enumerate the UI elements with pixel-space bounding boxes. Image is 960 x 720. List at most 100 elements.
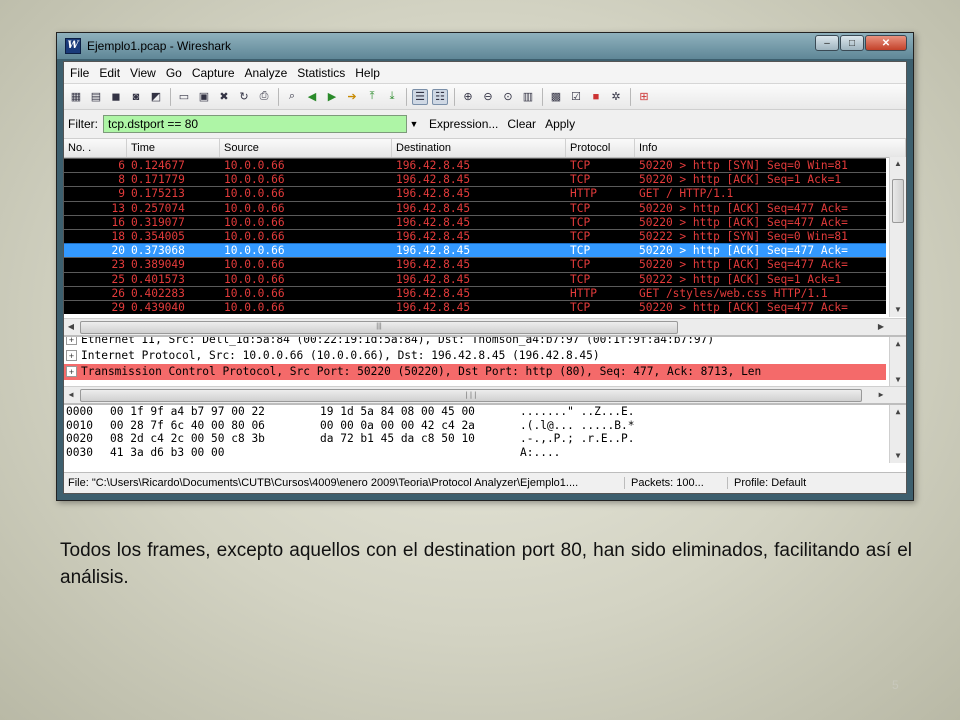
find-packet-icon[interactable]: ⌕: [284, 89, 300, 105]
column-header-destination[interactable]: Destination: [392, 139, 566, 157]
menu-file[interactable]: File: [70, 66, 89, 80]
bytes-vscroll[interactable]: ▲ ▼: [889, 405, 906, 463]
coloring-rules-icon[interactable]: ■: [588, 89, 604, 105]
reload-icon[interactable]: ↻: [236, 89, 252, 105]
packet-list-hscroll[interactable]: ◀ ||| ▶: [64, 318, 906, 335]
print-icon[interactable]: ⎙: [256, 89, 272, 105]
packet-cell-no: 25: [111, 272, 125, 286]
close-button[interactable]: ✕: [865, 35, 907, 51]
display-filters-icon[interactable]: ☑: [568, 89, 584, 105]
column-header-no[interactable]: No. .: [64, 139, 127, 157]
scroll-right-icon[interactable]: ▶: [874, 319, 888, 335]
go-back-icon[interactable]: ◀: [304, 89, 320, 105]
go-forward-icon[interactable]: ▶: [324, 89, 340, 105]
menu-go[interactable]: Go: [166, 66, 182, 80]
packet-cell-info: 50220 > http [ACK] Seq=477 Ack=: [639, 300, 848, 314]
toolbar-separator: [542, 87, 543, 106]
restart-capture-icon[interactable]: ◩: [148, 89, 164, 105]
capture-filters-icon[interactable]: ▩: [548, 89, 564, 105]
status-profile[interactable]: Profile: Default: [728, 477, 806, 489]
maximize-button[interactable]: □: [840, 35, 864, 51]
go-first-icon[interactable]: ⤒: [364, 89, 380, 105]
normal-size-icon[interactable]: ⊙: [500, 89, 516, 105]
minimize-button[interactable]: –: [815, 35, 839, 51]
menu-view[interactable]: View: [130, 66, 156, 80]
detail-row-tcp[interactable]: + Transmission Control Protocol, Src Por…: [64, 364, 886, 380]
chevron-down-icon[interactable]: ▼: [407, 115, 421, 133]
packet-cell-info: 50222 > http [ACK] Seq=1 Ack=1: [639, 272, 842, 286]
packet-row[interactable]: 6 0.124677 10.0.0.66 196.42.8.45 TCP 50220 > …: [64, 158, 886, 173]
interface-list-icon[interactable]: ▦: [68, 89, 84, 105]
column-header-source[interactable]: Source: [220, 139, 392, 157]
stop-capture-icon[interactable]: ◙: [128, 89, 144, 105]
scroll-down-icon[interactable]: ▼: [890, 449, 906, 463]
scroll-up-icon[interactable]: ▲: [890, 405, 906, 419]
expand-icon[interactable]: +: [66, 337, 77, 345]
packet-row[interactable]: 13 0.257074 10.0.0.66 196.42.8.45 TCP 50220 >…: [64, 200, 886, 215]
packet-cell-proto: TCP: [570, 300, 591, 314]
packet-list-vscroll[interactable]: ▲ ▼: [889, 157, 906, 317]
detail-row-ip[interactable]: + Internet Protocol, Src: 10.0.0.66 (10.…: [64, 348, 886, 364]
scroll-up-icon[interactable]: ▲: [890, 157, 906, 171]
toolbar-separator: [278, 87, 279, 106]
column-header-protocol[interactable]: Protocol: [566, 139, 635, 157]
open-file-icon[interactable]: ▭: [176, 89, 192, 105]
expand-icon[interactable]: +: [66, 350, 77, 361]
packet-cell-no: 13: [111, 201, 125, 215]
scroll-down-icon[interactable]: ▼: [890, 303, 906, 317]
main-client-area: File Edit View Go Capture Analyze Statis…: [63, 61, 907, 494]
close-file-icon[interactable]: ✖: [216, 89, 232, 105]
packet-row[interactable]: 18 0.354005 10.0.0.66 196.42.8.45 TCP 50222 >…: [64, 228, 886, 244]
window-title: Ejemplo1.pcap - Wireshark: [87, 39, 232, 53]
scroll-thumb[interactable]: [892, 179, 904, 223]
details-hscroll[interactable]: ◀ ||| ▶: [64, 386, 906, 403]
packet-cell-dst: 196.42.8.45: [396, 286, 471, 300]
hscroll-thumb[interactable]: |||: [80, 321, 678, 334]
packet-row[interactable]: 9 0.175213 10.0.0.66 196.42.8.45 HTTP GET / H…: [64, 186, 886, 201]
save-file-icon[interactable]: ▣: [196, 89, 212, 105]
menu-help[interactable]: Help: [355, 66, 380, 80]
packet-row[interactable]: 16 0.319077 10.0.0.66 196.42.8.45 TCP 50220 >…: [64, 214, 886, 229]
colorize-icon[interactable]: ☰: [412, 88, 428, 105]
filter-input[interactable]: tcp.dstport == 80: [103, 115, 407, 133]
packet-row[interactable]: 29 0.439040 10.0.0.66 196.42.8.45 TCP 50220 >…: [64, 299, 886, 314]
column-header-info[interactable]: Info: [635, 139, 906, 157]
detail-row-ethernet[interactable]: + Ethernet II, Src: Dell_1d:5a:84 (00:22…: [64, 337, 886, 348]
scroll-left-icon[interactable]: ◀: [64, 319, 78, 335]
expression-button[interactable]: Expression...: [429, 117, 498, 131]
apply-button[interactable]: Apply: [545, 117, 575, 131]
packet-row[interactable]: 8 0.171779 10.0.0.66 196.42.8.45 TCP 50220 > …: [64, 172, 886, 187]
menu-bar: File Edit View Go Capture Analyze Statis…: [64, 62, 906, 83]
filter-bar: Filter: tcp.dstport == 80 ▼ Expression..…: [64, 110, 906, 139]
menu-capture[interactable]: Capture: [192, 66, 235, 80]
go-last-icon[interactable]: ⤓: [384, 89, 400, 105]
menu-analyze[interactable]: Analyze: [245, 66, 288, 80]
scroll-up-icon[interactable]: ▲: [890, 337, 906, 351]
hscroll-thumb[interactable]: |||: [80, 389, 862, 402]
wireshark-logo-icon: W: [65, 38, 81, 54]
zoom-in-icon[interactable]: ⊕: [460, 89, 476, 105]
start-capture-icon[interactable]: ◼: [108, 89, 124, 105]
title-bar[interactable]: W Ejemplo1.pcap - Wireshark – □ ✕: [57, 33, 913, 59]
zoom-out-icon[interactable]: ⊖: [480, 89, 496, 105]
resize-columns-icon[interactable]: ▥: [520, 89, 536, 105]
scroll-right-icon[interactable]: ▶: [874, 387, 888, 403]
packet-row[interactable]: 26 0.402283 10.0.0.66 196.42.8.45 HTTP GET /s…: [64, 285, 886, 300]
menu-statistics[interactable]: Statistics: [297, 66, 345, 80]
packet-row[interactable]: 23 0.389049 10.0.0.66 196.42.8.45 TCP 50220 >…: [64, 257, 886, 272]
menu-edit[interactable]: Edit: [99, 66, 120, 80]
go-to-packet-icon[interactable]: ➔: [344, 89, 360, 105]
packet-cell-src: 10.0.0.66: [224, 159, 285, 172]
preferences-icon[interactable]: ✲: [608, 89, 624, 105]
clear-button[interactable]: Clear: [507, 117, 536, 131]
packet-row[interactable]: 25 0.401573 10.0.0.66 196.42.8.45 TCP 50222 >…: [64, 271, 886, 286]
details-vscroll[interactable]: ▲ ▼: [889, 337, 906, 387]
expand-icon[interactable]: +: [66, 366, 77, 377]
help-icon[interactable]: ⊞: [636, 89, 652, 105]
scroll-left-icon[interactable]: ◀: [64, 387, 78, 403]
column-header-time[interactable]: Time: [127, 139, 220, 157]
scroll-down-icon[interactable]: ▼: [890, 373, 906, 387]
auto-scroll-icon[interactable]: ☷: [432, 88, 448, 105]
capture-options-icon[interactable]: ▤: [88, 89, 104, 105]
packet-row[interactable]: 20 0.373068 10.0.0.66 196.42.8.45 TCP 50220 >…: [64, 243, 886, 258]
